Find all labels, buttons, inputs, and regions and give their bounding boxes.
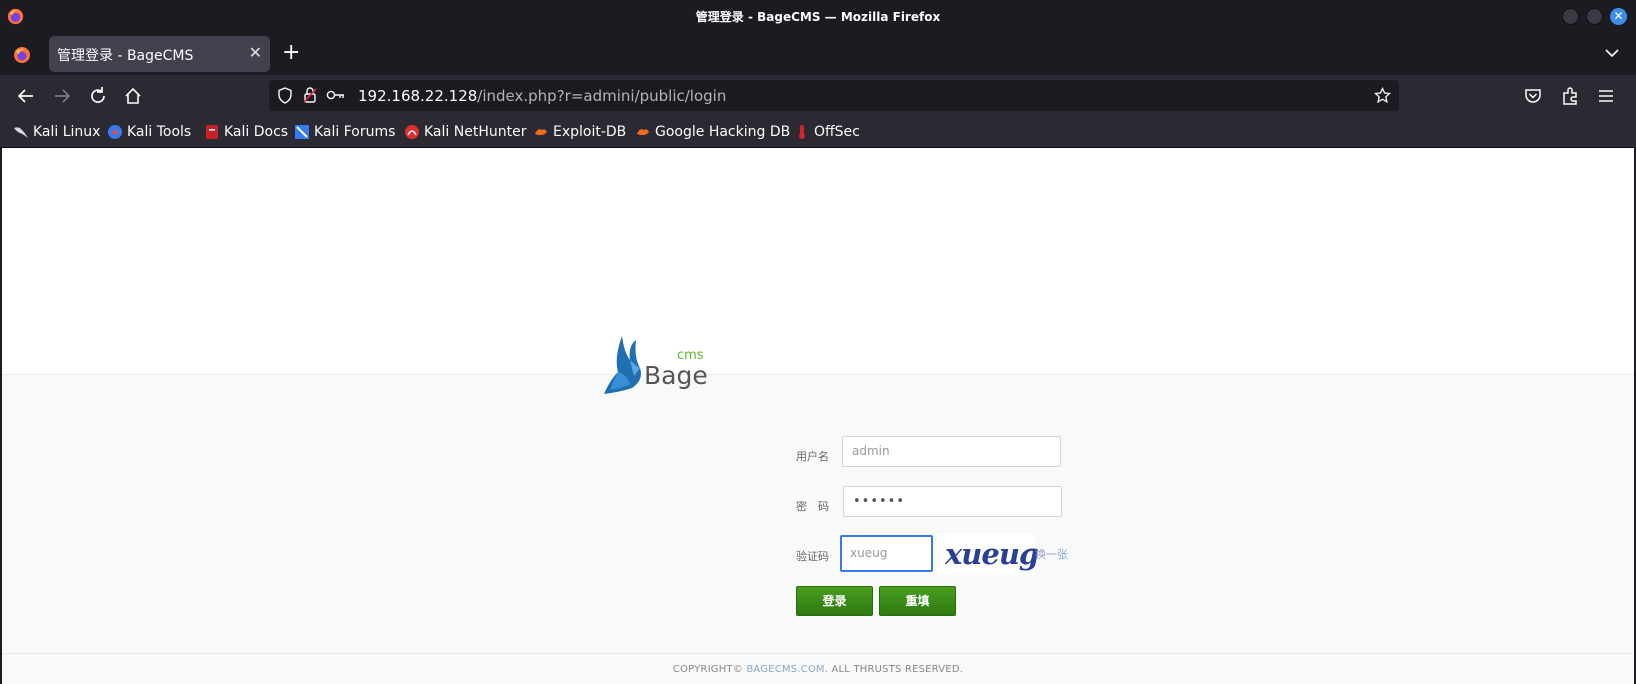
url-text[interactable]: 192.168.22.128/index.php?r=admini/public… xyxy=(358,87,726,105)
bookmark-google-hacking-db[interactable]: Google Hacking DB xyxy=(635,123,790,141)
tab-close-icon[interactable]: ✕ xyxy=(249,43,262,62)
bookmark-kali-docs[interactable]: Kali Docs xyxy=(204,123,288,141)
minimize-button[interactable] xyxy=(1562,8,1579,25)
list-all-tabs-icon[interactable] xyxy=(1604,45,1620,61)
footer-divider xyxy=(2,653,1634,654)
tab-strip: 管理登录 - BageCMS ✕ + xyxy=(0,33,1636,75)
copyright-site-link[interactable]: BAGECMS.COM xyxy=(746,664,824,675)
url-bar[interactable]: 192.168.22.128/index.php?r=admini/public… xyxy=(269,80,1399,111)
forward-icon[interactable] xyxy=(51,85,73,107)
bookmark-label: Exploit-DB xyxy=(553,124,627,140)
refresh-captcha-link[interactable]: 换一张 xyxy=(1035,546,1068,562)
ghdb-icon xyxy=(637,129,649,136)
exploit-db-icon xyxy=(535,129,547,136)
kali-docs-icon xyxy=(206,125,218,139)
kali-dragon-icon xyxy=(14,127,28,138)
username-input[interactable]: admin xyxy=(842,436,1061,467)
tab-bagecms-login[interactable]: 管理登录 - BageCMS ✕ xyxy=(49,36,270,72)
bookmark-kali-nethunter[interactable]: Kali NetHunter xyxy=(404,123,526,141)
username-label: 用户名 xyxy=(796,450,829,463)
offsec-icon xyxy=(799,125,805,139)
bookmark-star-icon[interactable] xyxy=(1374,87,1391,104)
captcha-image[interactable]: xueug xyxy=(937,534,1039,575)
password-label: 密 码 xyxy=(796,500,829,513)
navigation-toolbar: 192.168.22.128/index.php?r=admini/public… xyxy=(0,75,1636,117)
reset-button[interactable]: 重填 xyxy=(879,586,956,616)
login-panel xyxy=(2,374,1634,684)
captcha-input[interactable]: xueug xyxy=(840,535,933,572)
logo-cms-tag: cms xyxy=(677,348,704,363)
new-tab-button[interactable]: + xyxy=(282,40,300,66)
bookmark-label: Kali Tools xyxy=(127,124,192,140)
logo-wordmark: Bage xyxy=(644,361,708,390)
bookmark-label: Google Hacking DB xyxy=(655,124,791,140)
url-host: 192.168.22.128 xyxy=(358,87,478,105)
copyright-prefix: COPYRIGHT© xyxy=(672,664,747,675)
menu-icon[interactable] xyxy=(1595,85,1617,107)
copyright-footer: COPYRIGHT© BAGECMS.COM. ALL THRUSTS RESE… xyxy=(2,664,1634,675)
firefox-view-icon[interactable] xyxy=(12,45,32,65)
bookmark-kali-linux[interactable]: Kali Linux xyxy=(13,123,100,141)
kali-tools-icon xyxy=(108,125,122,139)
shield-icon[interactable] xyxy=(277,87,293,104)
home-icon[interactable] xyxy=(122,85,144,107)
login-button[interactable]: 登录 xyxy=(796,586,873,616)
tab-label: 管理登录 - BageCMS xyxy=(57,48,194,64)
bookmark-kali-tools[interactable]: Kali Tools xyxy=(107,123,191,141)
back-icon[interactable] xyxy=(15,85,37,107)
extensions-icon[interactable] xyxy=(1559,85,1581,107)
captcha-image-text: xueug xyxy=(945,537,1039,571)
window-titlebar: 管理登录 - BageCMS — Mozilla Firefox ✕ xyxy=(0,0,1636,33)
kali-nethunter-icon xyxy=(405,125,419,139)
password-input[interactable]: •••••• xyxy=(843,486,1062,517)
bookmark-label: OffSec xyxy=(814,124,860,140)
bookmark-kali-forums[interactable]: Kali Forums xyxy=(294,123,395,141)
bookmark-label: Kali Forums xyxy=(314,124,396,140)
maximize-button[interactable] xyxy=(1586,8,1603,25)
bagecms-logo: Bage cms xyxy=(604,336,708,394)
bookmark-offsec[interactable]: OffSec xyxy=(794,123,860,141)
window-title: 管理登录 - BageCMS — Mozilla Firefox xyxy=(695,10,941,24)
kali-forums-icon xyxy=(295,125,309,139)
close-window-button[interactable]: ✕ xyxy=(1610,8,1627,25)
pocket-icon[interactable] xyxy=(1522,85,1544,107)
copyright-suffix: . ALL THRUSTS RESERVED. xyxy=(824,664,964,675)
bookmark-label: Kali NetHunter xyxy=(424,124,527,140)
bookmarks-toolbar: Kali Linux Kali Tools Kali Docs Kali For… xyxy=(0,117,1636,148)
bookmark-label: Kali Docs xyxy=(224,124,289,140)
bookmark-exploit-db[interactable]: Exploit-DB xyxy=(533,123,626,141)
key-icon[interactable] xyxy=(326,88,346,102)
reload-icon[interactable] xyxy=(87,85,109,107)
bookmark-label: Kali Linux xyxy=(33,124,101,140)
insecure-lock-icon[interactable] xyxy=(302,86,318,104)
url-path: /index.php?r=admini/public/login xyxy=(477,87,727,105)
captcha-label: 验证码 xyxy=(796,550,829,563)
